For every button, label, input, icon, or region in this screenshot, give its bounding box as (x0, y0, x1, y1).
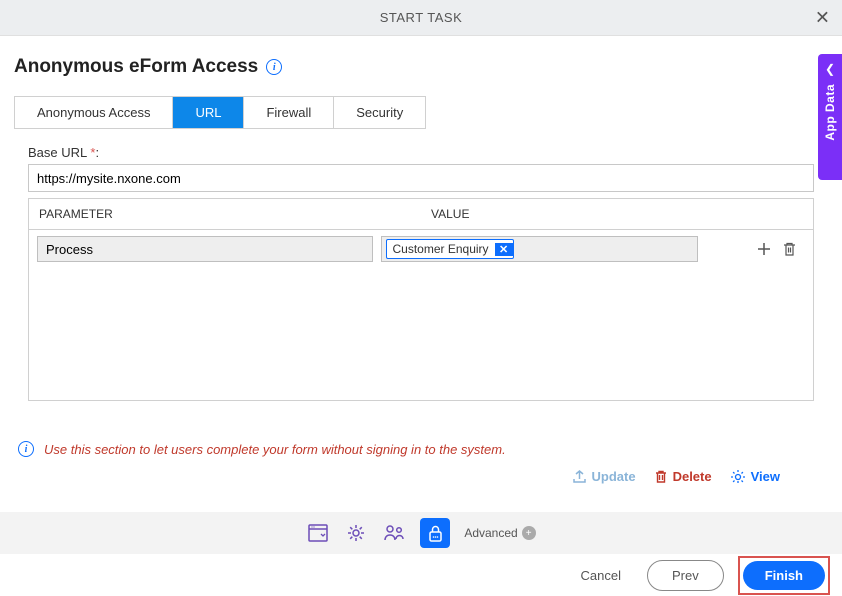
trash-icon (654, 469, 668, 484)
prev-button[interactable]: Prev (647, 560, 724, 591)
tab-url[interactable]: URL (173, 97, 244, 128)
close-icon[interactable]: ✕ (815, 7, 830, 28)
chip-label: Customer Enquiry (387, 240, 495, 258)
hint-text: Use this section to let users complete y… (44, 442, 506, 457)
parameter-value-input[interactable]: Customer Enquiry ✕ (381, 236, 699, 262)
cancel-button[interactable]: Cancel (569, 562, 633, 589)
value-column-header: VALUE (421, 199, 813, 229)
advanced-button[interactable]: Advanced + (464, 526, 535, 540)
info-icon[interactable]: i (266, 59, 282, 75)
table-row: Customer Enquiry ✕ (29, 230, 813, 268)
dialog-header: START TASK ✕ (0, 0, 842, 36)
parameter-name-input[interactable] (37, 236, 373, 262)
parameter-table: PARAMETER VALUE Customer Enquiry ✕ (28, 198, 814, 401)
dialog-title: START TASK (380, 10, 463, 25)
app-data-side-tab[interactable]: ❮ App Data (818, 54, 842, 180)
finish-button[interactable]: Finish (743, 561, 825, 590)
chevron-left-icon: ❮ (825, 62, 835, 76)
bottom-actions: Cancel Prev Finish (0, 554, 842, 596)
chip-remove-icon[interactable]: ✕ (495, 243, 513, 256)
window-icon[interactable] (306, 521, 330, 545)
add-row-icon[interactable] (756, 241, 772, 257)
gear-icon[interactable] (344, 521, 368, 545)
parameter-column-header: PARAMETER (29, 199, 421, 229)
base-url-label: Base URL *: (28, 145, 814, 160)
delete-row-icon[interactable] (782, 241, 797, 257)
required-indicator: * (90, 145, 95, 160)
hint-info-icon: i (18, 441, 34, 457)
tab-bar: Anonymous Access URL Firewall Security (14, 96, 426, 129)
update-button[interactable]: Update (572, 469, 636, 484)
page-title: Anonymous eForm Access (14, 56, 258, 78)
view-button[interactable]: View (730, 469, 780, 484)
value-chip: Customer Enquiry ✕ (386, 239, 514, 259)
tab-security[interactable]: Security (334, 97, 425, 128)
tab-anonymous-access[interactable]: Anonymous Access (15, 97, 173, 128)
delete-button[interactable]: Delete (654, 469, 712, 484)
view-icon (730, 469, 746, 484)
finish-highlight: Finish (738, 556, 830, 595)
people-icon[interactable] (382, 521, 406, 545)
base-url-input[interactable] (28, 164, 814, 192)
footer-toolbar: Advanced + (0, 512, 842, 554)
lock-icon[interactable] (420, 518, 450, 548)
upload-icon (572, 469, 587, 484)
side-tab-label: App Data (823, 84, 837, 141)
plus-circle-icon: + (522, 526, 536, 540)
tab-firewall[interactable]: Firewall (244, 97, 334, 128)
main-content: Anonymous eForm Access i Anonymous Acces… (0, 36, 842, 494)
